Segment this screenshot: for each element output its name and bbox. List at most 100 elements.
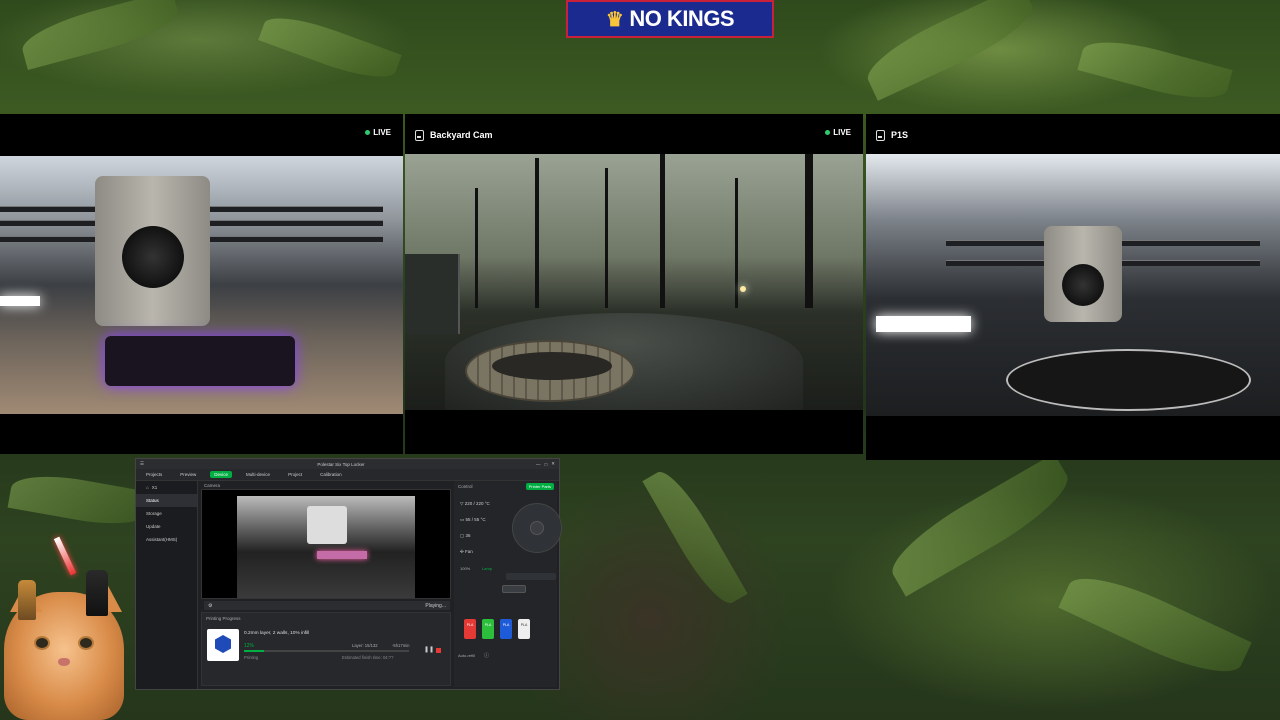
control-panel: Control Printer Parts ▽ 220 / 220 °C ▭ 5… xyxy=(454,481,562,687)
chamber-temp[interactable]: ▢ 36 xyxy=(460,533,471,539)
progress-header: Printing Progress xyxy=(206,616,241,621)
camera-status-bar: ⚙ Playing... xyxy=(204,601,450,610)
print-stage: Printing xyxy=(244,655,259,660)
tree-image xyxy=(605,167,608,308)
printer-parts-button[interactable]: Printer Parts xyxy=(525,483,554,490)
cannabis-leaf-decoration xyxy=(258,7,402,88)
printing-progress-panel: Printing Progress 0.2mm layer, 2 walls, … xyxy=(201,612,451,686)
camera-section-label: Camera xyxy=(204,483,221,488)
extruder-control[interactable] xyxy=(506,573,556,580)
window-title: Polestar Six Top Locker xyxy=(317,461,365,467)
camera-header: Backyard Cam LIVE xyxy=(405,114,863,156)
live-dot-icon xyxy=(825,130,831,135)
info-icon[interactable]: ⓘ xyxy=(484,652,489,659)
cannabis-leaf-decoration xyxy=(642,463,748,612)
lamp-toggle[interactable]: Lamp xyxy=(482,566,492,571)
live-indicator: LIVE xyxy=(825,128,851,137)
print-object-image xyxy=(1006,349,1251,411)
cannabis-leaf-decoration xyxy=(880,453,1080,597)
sidebar-item-status[interactable]: Status xyxy=(136,494,197,507)
cat-eye xyxy=(78,636,94,650)
camera-header: P1S xyxy=(866,114,1280,156)
printer-selector[interactable]: ⌂ X1 xyxy=(136,481,197,494)
tab-device[interactable]: Device xyxy=(210,471,233,478)
layer-count: Layer: 15/132 xyxy=(352,643,378,648)
printer-camera-feed xyxy=(0,156,403,414)
backyard-camera-feed xyxy=(405,154,863,410)
toolhead-fan-image xyxy=(122,226,184,288)
camera-thumbnail-image xyxy=(237,496,415,598)
tab-preview[interactable]: Preview xyxy=(176,471,200,478)
cannabis-leaf-decoration xyxy=(7,468,153,532)
live-label: LIVE xyxy=(373,128,391,137)
camera-view xyxy=(201,489,451,599)
progress-track xyxy=(244,650,409,652)
sidebar-item-assistant[interactable]: Assistant(HMS) xyxy=(136,533,197,546)
ams-selector[interactable] xyxy=(502,585,526,593)
print-object-image xyxy=(317,551,367,559)
led-light xyxy=(876,316,971,332)
minimize-icon[interactable]: — xyxy=(536,462,541,467)
toy-figure-image xyxy=(86,570,108,616)
ams-slot[interactable]: PLA xyxy=(464,619,476,639)
camera-panel-left: LIVE xyxy=(0,114,403,454)
firepit-image xyxy=(465,340,635,402)
print-object-image xyxy=(105,336,295,386)
led-light xyxy=(0,296,40,306)
stop-icon[interactable] xyxy=(436,648,441,653)
jog-dial[interactable] xyxy=(512,503,562,553)
sidebar-item-storage[interactable]: Storage xyxy=(136,507,197,520)
live-indicator: LIVE xyxy=(365,128,391,137)
sidebar-item-update[interactable]: Update xyxy=(136,520,197,533)
no-kings-logo: ♛ NO KINGS xyxy=(566,0,774,38)
camera-icon xyxy=(415,129,424,141)
slicer-app-window: ☰ Polestar Six Top Locker — □ ✕ Projects… xyxy=(135,458,562,690)
ams-slot[interactable]: PLA xyxy=(500,619,512,639)
ams-slot[interactable]: PLA xyxy=(518,619,530,639)
bed-temp[interactable]: ▭ 55 / 55 °C xyxy=(460,517,486,523)
close-icon[interactable]: ✕ xyxy=(551,461,555,467)
camera-title: Backyard Cam xyxy=(430,130,493,140)
nav-bar: Projects Preview Device Multi-device Pro… xyxy=(136,469,559,481)
cannabis-leaf-decoration xyxy=(1077,31,1233,109)
control-header: Control xyxy=(458,484,473,489)
model-hex-icon xyxy=(215,635,231,653)
progress-percent: 12% xyxy=(244,643,255,649)
title-bar: ☰ Polestar Six Top Locker — □ ✕ xyxy=(136,459,559,469)
camera-status-text: Playing... xyxy=(425,602,446,609)
estimated-finish: Estimated finish time: 04:?? xyxy=(342,655,394,660)
tab-multi-device[interactable]: Multi-device xyxy=(242,471,274,478)
tree-image xyxy=(475,187,478,308)
live-label: LIVE xyxy=(833,128,851,137)
camera-panel-right: P1S xyxy=(866,114,1280,460)
tree-image xyxy=(735,177,738,308)
auto-refill-label[interactable]: Auto-refill xyxy=(458,653,475,658)
crown-icon: ♛ xyxy=(605,8,624,31)
tree-image xyxy=(535,157,539,308)
logo-text: NO KINGS xyxy=(629,6,735,31)
yard-light-image xyxy=(740,286,746,292)
tab-projects[interactable]: Projects xyxy=(142,471,166,478)
tree-image xyxy=(660,154,665,308)
device-sidebar: ⌂ X1 Status Storage Update Assistant(HMS) xyxy=(136,481,198,689)
tab-calibration[interactable]: Calibration xyxy=(316,471,346,478)
live-dot-icon xyxy=(365,130,371,135)
cannabis-leaf-decoration xyxy=(1058,562,1252,688)
job-name: 0.2mm layer, 2 walls, 10% infill xyxy=(244,631,310,636)
cat-nose xyxy=(58,658,70,666)
speed-value[interactable]: 100% xyxy=(460,566,470,571)
fan-control[interactable]: ✣ Fan xyxy=(460,549,473,555)
progress-fill xyxy=(244,650,264,652)
settings-icon[interactable]: ⚙ xyxy=(208,603,212,609)
menu-icon[interactable]: ☰ xyxy=(140,461,144,467)
p1s-camera-feed xyxy=(866,154,1280,416)
nozzle-temp[interactable]: ▽ 220 / 220 °C xyxy=(460,501,490,507)
ams-slot[interactable]: PLA xyxy=(482,619,494,639)
pause-icon[interactable]: ❚❚ xyxy=(424,646,434,653)
maximize-icon[interactable]: □ xyxy=(545,462,548,467)
camera-panel-center: Backyard Cam LIVE xyxy=(405,114,863,454)
home-axis-button[interactable] xyxy=(530,521,544,535)
camera-header: LIVE xyxy=(0,114,403,156)
tree-image xyxy=(805,154,813,308)
tab-project[interactable]: Project xyxy=(284,471,306,478)
